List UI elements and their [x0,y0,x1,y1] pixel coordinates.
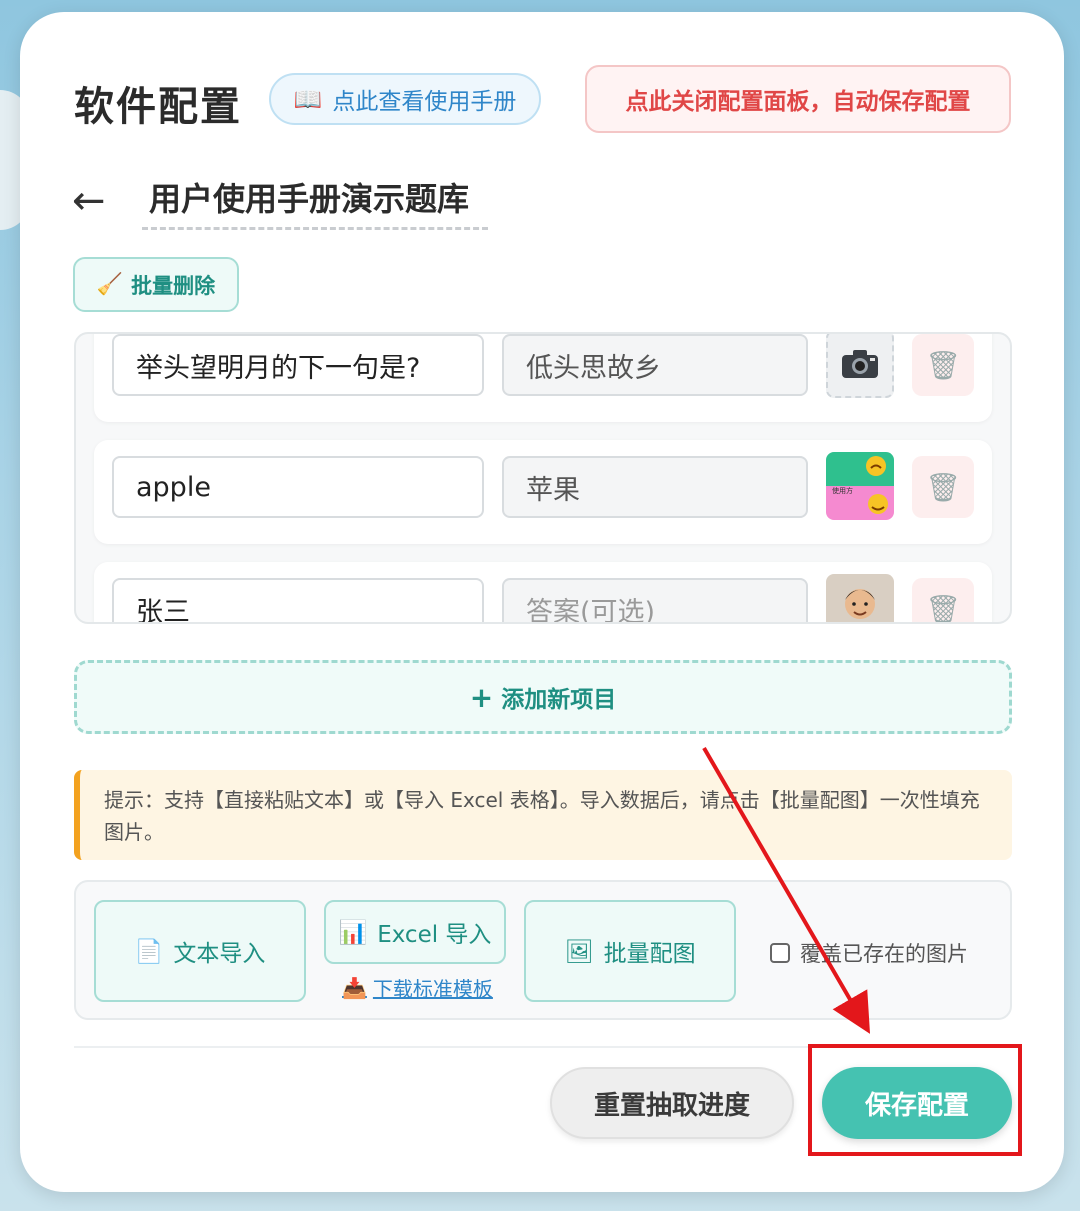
delete-item-button[interactable]: 🗑 [912,456,974,518]
list-item: 张三 答案(可选) 🗑 [94,562,992,624]
broom-icon: 🧹 [96,272,124,296]
overwrite-option[interactable]: 覆盖已存在的图片 [770,938,968,968]
close-panel-button[interactable]: 点此关闭配置面板，自动保存配置 [585,65,1011,133]
text-import-label: 文本导入 [173,941,266,967]
batch-delete-button[interactable]: 🧹 批量删除 [73,257,239,312]
page-title: 软件配置 [74,84,242,130]
overwrite-label: 覆盖已存在的图片 [800,942,968,966]
sticker-thumbnail[interactable]: 使用方 [826,452,894,520]
answer-input[interactable]: 苹果 [502,456,808,518]
avatar-thumbnail[interactable] [826,574,894,622]
download-template-label: 下载标准模板 [372,977,493,1001]
batch-image-label: 批量配图 [603,941,696,967]
import-section: 📄 文本导入 📊 Excel 导入 📥 下载标准模板 🖼 批量配图 覆盖已存在的… [74,880,1012,1020]
config-panel: 软件配置 📖 点此查看使用手册 点此关闭配置面板，自动保存配置 ← 用户使用手册… [20,12,1064,1192]
download-icon: 📥 [342,975,367,1000]
picture-icon: 🖼 [564,938,594,965]
add-item-label: 添加新项目 [501,687,617,713]
camera-icon[interactable] [826,334,894,398]
bar-chart-icon: 📊 [338,919,368,946]
text-import-button[interactable]: 📄 文本导入 [94,900,306,1002]
trash-icon: 🗑 [925,348,961,382]
annotation-highlight-box [808,1044,1022,1156]
manual-button[interactable]: 📖 点此查看使用手册 [269,73,541,125]
tip-banner: 提示：支持【直接粘贴文本】或【导入 Excel 表格】。导入数据后，请点击【批量… [74,770,1012,860]
add-item-button[interactable]: + 添加新项目 [74,660,1012,734]
item-list[interactable]: 举头望明月的下一句是? 低头思故乡 🗑 apple 苹果 使用方 🗑 张三 答案… [74,332,1012,624]
question-input[interactable]: 张三 [112,578,484,622]
delete-item-button[interactable]: 🗑 [912,578,974,624]
plus-icon: + [469,680,494,714]
download-template-link[interactable]: 📥 下载标准模板 [342,973,493,1002]
reset-progress-button[interactable]: 重置抽取进度 [550,1067,794,1139]
question-input[interactable]: 举头望明月的下一句是? [112,334,484,396]
deck-title-input[interactable]: 用户使用手册演示题库 [142,174,488,230]
overwrite-checkbox[interactable] [770,943,790,963]
batch-delete-label: 批量删除 [131,273,216,298]
book-icon: 📖 [293,86,323,113]
trash-icon: 🗑 [925,470,961,504]
list-item: apple 苹果 使用方 🗑 [94,440,992,544]
trash-icon: 🗑 [925,592,961,624]
manual-button-label: 点此查看使用手册 [332,89,517,115]
thumbnail-caption: 使用方 [832,487,853,495]
answer-input[interactable]: 答案(可选) [502,578,808,622]
excel-import-label: Excel 导入 [377,922,492,948]
excel-import-button[interactable]: 📊 Excel 导入 [324,900,506,964]
question-input[interactable]: apple [112,456,484,518]
back-arrow-icon[interactable]: ← [72,178,106,224]
answer-input[interactable]: 低头思故乡 [502,334,808,396]
document-icon: 📄 [134,938,164,965]
list-item: 举头望明月的下一句是? 低头思故乡 🗑 [94,334,992,422]
batch-image-button[interactable]: 🖼 批量配图 [524,900,736,1002]
delete-item-button[interactable]: 🗑 [912,334,974,396]
